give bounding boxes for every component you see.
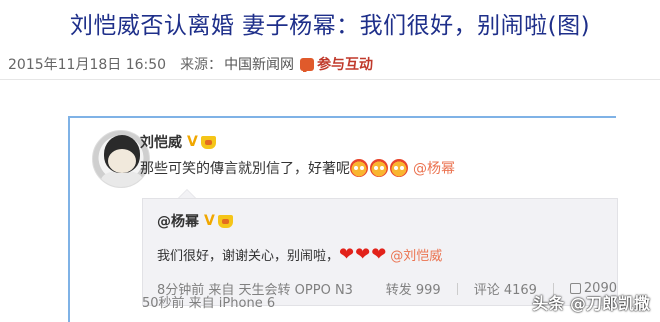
vip-crown-icon [217,214,233,228]
interact-label: 参与互动 [317,57,374,73]
repost-author: @杨幂 V [157,211,233,231]
vip-crown-icon [200,135,216,149]
publish-date: 2015年11月18日 16:50 [8,57,167,73]
repost-count-button[interactable]: 转发 999 [386,279,441,298]
repost-mention[interactable]: @刘恺威 [390,245,442,264]
verified-icon: V [187,134,198,150]
verified-icon: V [204,213,215,229]
watermark: 头条 @刀郎凯撒 [532,294,650,313]
post-mention[interactable]: @杨幂 [413,158,455,178]
post-text: 那些可笑的傳言就別信了，好著呢 @杨幂 [140,158,455,178]
avatar-body [101,171,143,187]
post-author: 刘恺威 V [140,132,216,152]
repost-caret [178,189,196,198]
heart-eyes-emoji-icon [350,159,368,177]
meta-divider [0,79,660,80]
avatar-face [108,149,136,173]
repost-text-body: 我们很好，谢谢关心，别闹啦， [157,249,340,264]
article-title: 刘恺威否认离婚 妻子杨幂：我们很好，别闹啦(图) [69,13,591,39]
red-heart-icon: ❤ [355,243,371,265]
article-meta: 2015年11月18日 16:50 来源： 中国新闻网 参与互动 [8,54,373,74]
repost-author-name[interactable]: @杨幂 [157,211,199,231]
red-heart-icon: ❤ [371,243,387,265]
repost-text: 我们很好，谢谢关心，别闹啦， ❤ ❤ ❤ @刘恺威 [157,245,442,264]
chat-bubble-icon [300,57,315,72]
post-text-body: 那些可笑的傳言就別信了，好著呢 [140,161,350,177]
stat-divider [456,282,458,295]
source-link[interactable]: 中国新闻网 [224,54,294,74]
red-heart-icon: ❤ [339,243,355,265]
heart-eyes-emoji-icon [370,159,388,177]
source-label: 来源： [180,57,223,73]
post-time-source: 50秒前 来自 iPhone 6 [142,296,276,311]
comment-count-button[interactable]: 评论 4169 [474,279,537,298]
post-author-name[interactable]: 刘恺威 [140,132,182,152]
heart-eyes-emoji-icon [390,159,408,177]
interact-button[interactable]: 参与互动 [300,54,373,74]
